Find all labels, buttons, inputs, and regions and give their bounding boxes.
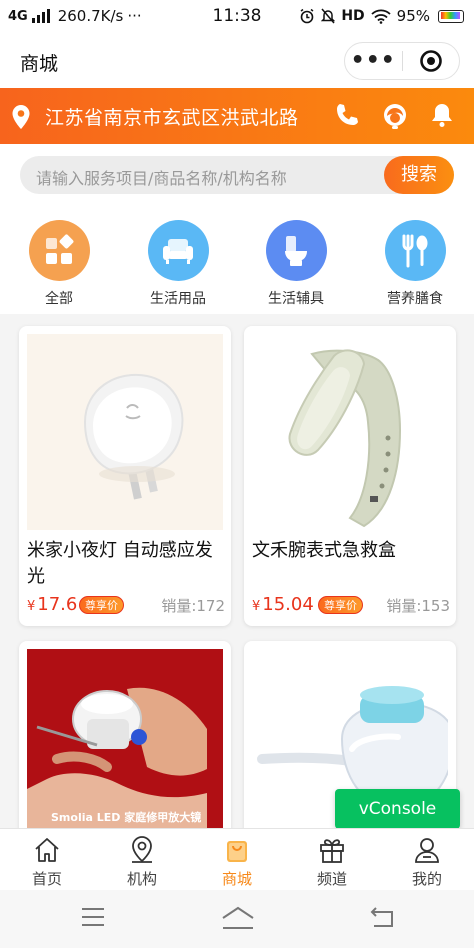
tab-channel[interactable]: 频道	[285, 835, 379, 889]
sofa-icon	[147, 220, 209, 281]
home-nav-icon[interactable]	[222, 906, 254, 930]
alarm-icon	[300, 8, 314, 24]
sales-count: 销量:172	[161, 597, 225, 615]
search-input[interactable]: 请输入服务项目/商品名称/机构名称 搜索	[20, 156, 454, 194]
tab-home[interactable]: 首页	[0, 835, 94, 889]
mute-icon	[321, 8, 336, 24]
battery-percent: 95%	[396, 7, 430, 25]
product-card[interactable]: 米家小夜灯 自动感应发光 ¥17.6 尊享价 销量:172	[19, 326, 231, 626]
menu-icon[interactable]	[81, 906, 105, 928]
shopping-bag-icon	[227, 841, 247, 862]
phone-icon[interactable]	[334, 102, 360, 128]
hd-badge: HD	[341, 8, 365, 24]
more-dots-icon[interactable]: •••	[345, 50, 402, 72]
category-label: 全部	[45, 291, 73, 307]
wristband-image	[252, 334, 448, 530]
price-row: ¥15.04 尊享价 销量:153	[252, 592, 450, 618]
product-name: 米家小夜灯 自动感应发光	[27, 540, 213, 587]
tab-institution[interactable]: 机构	[95, 835, 189, 889]
image-caption: Smolia LED 家庭修甲放大镜	[51, 811, 202, 824]
category-label: 生活用品	[150, 291, 206, 307]
night-light-image	[27, 334, 223, 530]
magnifier-image: Smolia LED 家庭修甲放大镜	[27, 649, 223, 828]
tab-mine[interactable]: 我的	[380, 835, 474, 889]
location-address[interactable]: 江苏省南京市玄武区洪武北路	[45, 103, 299, 130]
tab-label: 商城	[221, 870, 252, 888]
location-pin-icon	[12, 105, 30, 129]
category-daily-goods[interactable]: 生活用品	[128, 220, 228, 308]
category-nutrition-meals[interactable]: 营养膳食	[365, 220, 465, 308]
category-assistive-devices[interactable]: 生活辅具	[246, 220, 346, 308]
user-icon	[415, 838, 439, 863]
tab-label: 频道	[316, 870, 347, 888]
toilet-icon	[265, 220, 327, 281]
vconsole-button[interactable]: vConsole	[335, 789, 460, 829]
search-placeholder: 请输入服务项目/商品名称/机构名称	[36, 169, 287, 188]
search-bar-area: 请输入服务项目/商品名称/机构名称 搜索	[0, 144, 474, 206]
category-label: 生活辅具	[268, 291, 324, 307]
page-title: 商城	[20, 53, 59, 75]
home-icon	[35, 838, 59, 862]
product-name: 文禾腕表式急救盒	[252, 540, 396, 561]
wifi-icon	[371, 9, 391, 24]
location-bar: 江苏省南京市玄武区洪武北路	[0, 88, 474, 144]
customer-service-icon[interactable]	[382, 102, 408, 130]
target-circle-icon[interactable]	[402, 49, 459, 73]
back-icon[interactable]	[370, 906, 394, 928]
vip-price-badge: 尊享价	[79, 596, 124, 614]
product-price: ¥17.6	[27, 594, 78, 615]
title-bar: 商城 •••	[0, 34, 474, 88]
sales-count: 销量:153	[386, 597, 450, 615]
location-icon	[132, 836, 152, 863]
battery-icon	[438, 9, 464, 23]
tab-label: 首页	[31, 870, 62, 888]
tab-label: 我的	[411, 870, 442, 888]
gift-icon	[320, 839, 344, 863]
grid-icon	[28, 220, 90, 281]
miniprogram-capsule: •••	[344, 42, 460, 80]
category-nav: 全部 生活用品 生活辅具 营养膳食	[0, 206, 474, 314]
bell-icon[interactable]	[430, 102, 454, 128]
product-card[interactable]: 文禾腕表式急救盒 ¥15.04 尊享价 销量:153	[244, 326, 456, 626]
status-bar: 4G 260.7K/s ··· 11:38 HD 95%	[0, 0, 474, 34]
product-card[interactable]: Smolia LED 家庭修甲放大镜	[19, 641, 231, 828]
price-row: ¥17.6 尊享价 销量:172	[27, 592, 225, 618]
category-all[interactable]: 全部	[9, 220, 109, 308]
fork-spoon-icon	[384, 220, 446, 281]
product-grid: 米家小夜灯 自动感应发光 ¥17.6 尊享价 销量:172 文禾腕表式急救盒 ¥…	[0, 314, 474, 828]
tab-mall[interactable]: 商城	[190, 835, 284, 889]
system-nav-bar	[0, 890, 474, 948]
bottom-tab-bar: 首页 机构 商城 频道 我的	[0, 828, 474, 890]
category-label: 营养膳食	[387, 291, 443, 307]
product-price: ¥15.04	[252, 594, 314, 615]
tab-label: 机构	[126, 870, 157, 888]
vip-price-badge: 尊享价	[318, 596, 363, 614]
search-button[interactable]: 搜索	[384, 156, 454, 194]
